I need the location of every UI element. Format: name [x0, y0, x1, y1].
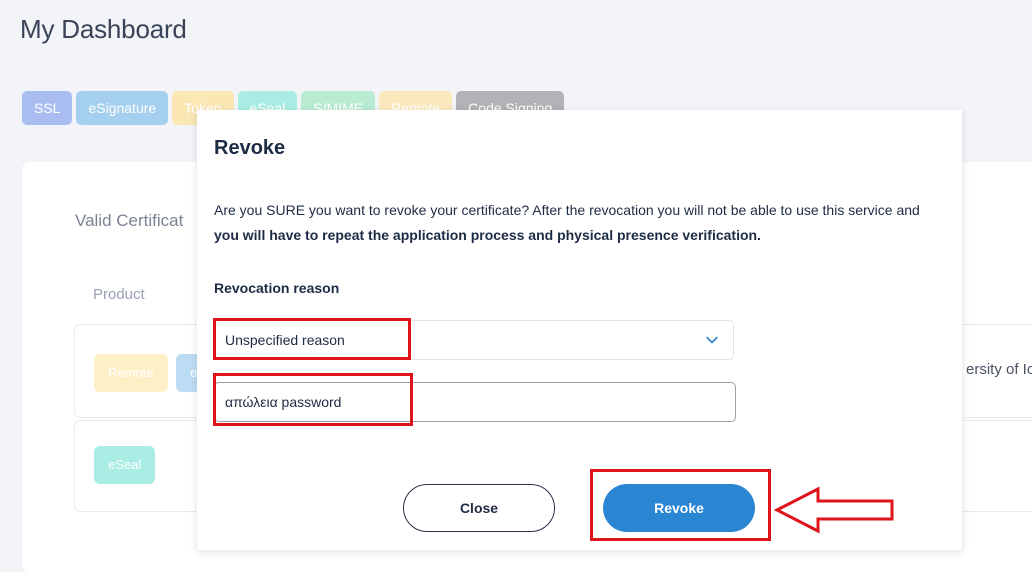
column-header-product: Product: [93, 286, 145, 303]
close-button[interactable]: Close: [403, 484, 555, 532]
page-title: My Dashboard: [20, 14, 187, 44]
tab-esignature[interactable]: eSignature: [76, 91, 169, 125]
organization-cell: ersity of Io.: [966, 361, 1032, 378]
product-badge-remote: Remote: [94, 354, 168, 392]
dialog-message: Are you SURE you want to revoke your cer…: [214, 198, 934, 248]
revoke-dialog: Revoke Are you SURE you want to revoke y…: [197, 110, 962, 550]
dialog-message-text: Are you SURE you want to revoke your cer…: [214, 202, 920, 218]
revocation-reason-selected: Unspecified reason: [225, 332, 345, 348]
dialog-title: Revoke: [214, 137, 286, 159]
chevron-down-icon: [706, 336, 718, 344]
revocation-reason-input[interactable]: [214, 382, 736, 422]
revocation-reason-select[interactable]: Unspecified reason: [214, 320, 734, 360]
revocation-reason-label: Revocation reason: [214, 280, 340, 296]
left-arrow-icon: [773, 486, 894, 534]
product-badge-eseal: eSeal: [94, 446, 156, 484]
revoke-button[interactable]: Revoke: [603, 484, 755, 532]
dialog-message-warning: you will have to repeat the application …: [214, 227, 761, 243]
tab-ssl[interactable]: SSL: [22, 91, 73, 125]
valid-certificates-title: Valid Certificat: [75, 211, 184, 230]
